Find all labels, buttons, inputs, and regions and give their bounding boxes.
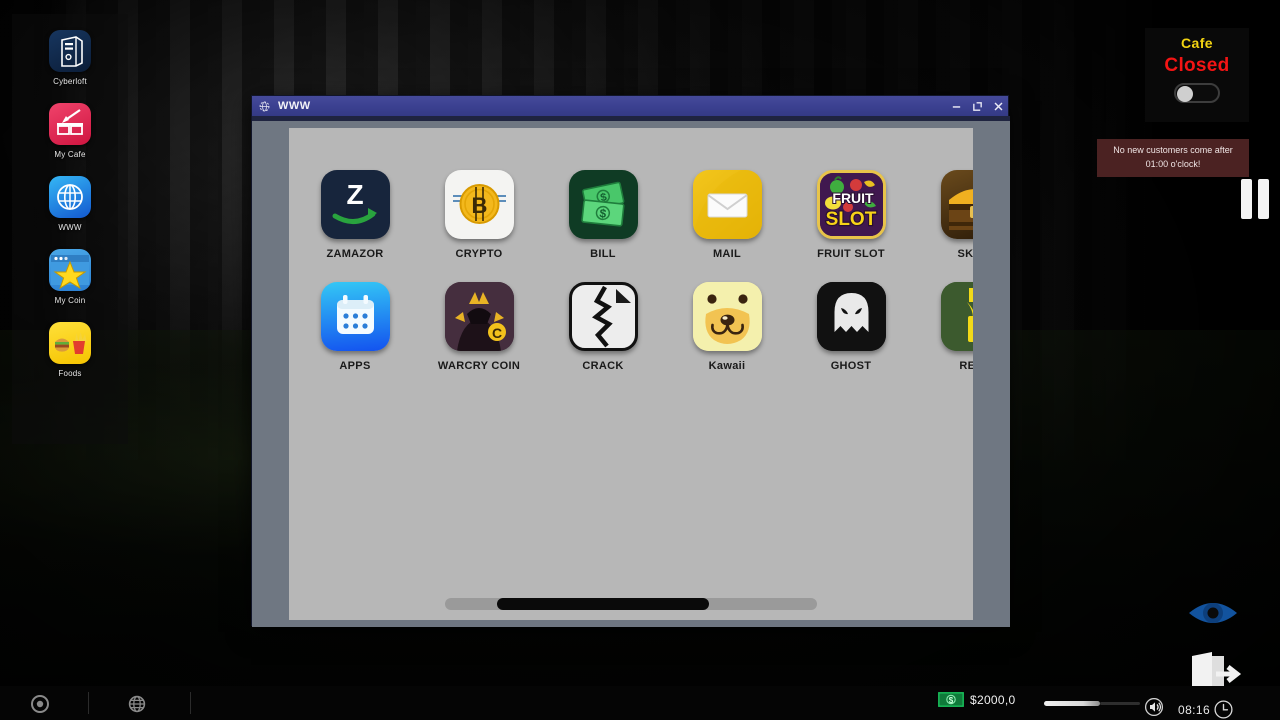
cafe-tooltip: No new customers come after 01:00 o'cloc… [1097,139,1249,177]
horizontal-scrollbar-track[interactable] [445,598,817,610]
desktop-icon-column: Cyberloft My Cafe [12,14,128,444]
svg-text:C: C [491,325,501,341]
bitcoin-coin-icon: B [445,170,514,239]
eye-toggle-icon[interactable] [1186,592,1240,634]
app-label: BILL [590,248,616,260]
warrior-coin-icon: C [445,282,514,351]
app-tile-mail[interactable]: MAIL [665,170,789,260]
volume-slider[interactable] [1044,700,1140,707]
zamazor-z-arrow-icon: Z [321,170,390,239]
taskbar: $ $2000,0 [0,686,1280,720]
svg-text:FRUIT: FRUIT [832,190,874,206]
app-tile-crack[interactable]: CRACK [541,282,665,372]
app-tile-apps[interactable]: APPS [293,282,417,372]
app-label: MAIL [713,248,741,260]
app-label: Kawaii [709,360,746,372]
app-label: REAL [959,360,973,372]
cafe-tooltip-line2: 01:00 o'clock! [1103,158,1243,172]
burger-fries-icon [49,322,91,364]
fruit-slot-icon: FRUIT SLOT [817,170,886,239]
app-label: FRUIT SLOT [817,248,885,260]
page-content: Z ZAMAZOR [289,128,973,620]
app-label: SKINS [957,248,973,260]
green-bottle-icon [941,282,974,351]
cafe-status-text: Closed [1164,55,1229,77]
app-tile-bill[interactable]: $ $ BILL [541,170,665,260]
pause-bar-left [1241,179,1252,219]
app-label: GHOST [831,360,872,372]
cafe-counter-icon [49,103,91,145]
close-button[interactable] [991,99,1005,113]
desktop-item-cyberloft[interactable]: Cyberloft [20,30,120,86]
minimize-button[interactable] [949,99,963,113]
star-window-icon [49,249,91,291]
app-tile-warcry-coin[interactable]: C WARCRY COIN [417,282,541,372]
volume-fill [1044,701,1100,706]
ghost-icon [817,282,886,351]
globe-icon[interactable] [127,694,147,714]
money-value: $2000,0 [970,693,1015,707]
cafe-open-toggle[interactable] [1174,83,1220,103]
window-controls [949,96,1005,116]
desktop-item-label: My Cafe [54,150,85,159]
cafe-title: Cafe [1181,35,1213,51]
envelope-icon [693,170,762,239]
window-frame: Z ZAMAZOR [252,116,1010,627]
app-label: APPS [339,360,370,372]
desktop-item-label: My Coin [55,296,86,305]
clock-icon [1214,700,1233,719]
app-tile-skins[interactable]: SKINS [913,170,973,260]
taskbar-divider [190,692,191,714]
record-icon[interactable] [30,694,50,714]
computer-tower-icon [49,30,91,72]
desktop-item-label: Cyberloft [53,77,87,86]
app-label: ZAMAZOR [326,248,383,260]
app-tile-zamazor[interactable]: Z ZAMAZOR [293,170,417,260]
desktop-item-my-cafe[interactable]: My Cafe [20,103,120,159]
app-tile-kawaii[interactable]: Kawaii [665,282,789,372]
desktop-item-my-coin[interactable]: My Coin [20,249,120,305]
window-title-bar[interactable]: WWW [252,96,1008,116]
desktop-item-foods[interactable]: Foods [20,322,120,378]
svg-text:B: B [471,193,487,218]
svg-text:$: $ [949,696,954,705]
treasure-chest-icon [941,170,974,239]
globe-spinner-icon [258,100,271,113]
svg-text:SLOT: SLOT [825,209,876,230]
horizontal-scrollbar-thumb[interactable] [497,598,709,610]
game-screen: Cyberloft My Cafe [0,0,1280,720]
app-label: WARCRY COIN [438,360,520,372]
browser-window: WWW [251,95,1009,626]
app-tile-fruit-slot[interactable]: FRUIT SLOT FRUIT SLOT [789,170,913,260]
speaker-icon[interactable] [1144,698,1164,716]
money-display: $ $2000,0 [938,692,1015,707]
app-tile-crypto[interactable]: B CRYPTO [417,170,541,260]
cracked-page-icon [569,282,638,351]
desktop-item-label: WWW [58,223,81,232]
app-store-calendar-icon [321,282,390,351]
maximize-button[interactable] [970,99,984,113]
clock-time: 08:16 [1178,703,1210,717]
cafe-tooltip-line1: No new customers come after [1103,144,1243,158]
taskbar-divider [88,692,89,714]
clock-display: 08:16 [1178,700,1233,719]
svg-text:Z: Z [346,179,363,210]
app-grid: Z ZAMAZOR [293,170,973,394]
app-label: CRACK [582,360,623,372]
toggle-knob [1177,86,1193,102]
bear-face-icon [693,282,762,351]
app-tile-ghost[interactable]: GHOST [789,282,913,372]
window-title: WWW [278,100,311,112]
desktop-item-www[interactable]: WWW [20,176,120,232]
pause-button[interactable] [1238,178,1272,220]
desktop-item-label: Foods [58,369,81,378]
cafe-status-panel: Cafe Closed [1145,28,1249,122]
app-label: CRYPTO [455,248,502,260]
dollar-bills-icon: $ $ [569,170,638,239]
pause-bar-right [1258,179,1269,219]
app-tile-real[interactable]: REAL [913,282,973,372]
money-bill-icon: $ [938,692,964,707]
volume-track [1100,702,1140,705]
globe-icon [49,176,91,218]
